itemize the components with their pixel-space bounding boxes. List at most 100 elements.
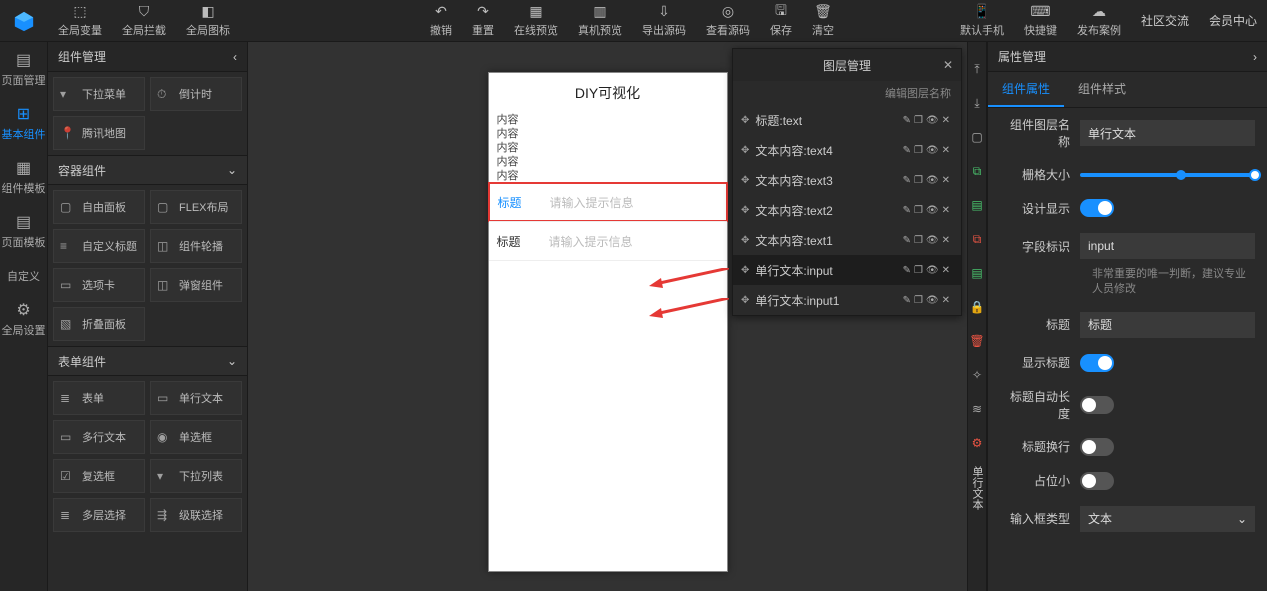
component-复选框[interactable]: ☑复选框 [53,459,145,493]
top-清空[interactable]: 🗑清空 [802,0,844,42]
layer-item-ops[interactable]: ✎❐👁✕ [903,115,953,126]
top-默认手机[interactable]: 📱默认手机 [950,0,1014,42]
top-link-会员中心[interactable]: 会员中心 [1199,12,1267,29]
component-级联选择[interactable]: ⇶级联选择 [150,498,242,532]
rail-页面管理[interactable]: ▤页面管理 [0,42,48,96]
top-全局变量[interactable]: ⬚全局变量 [48,0,112,42]
layer-item-6[interactable]: ✥单行文本:input1✎❐👁✕ [733,285,961,315]
top-真机预览[interactable]: ▥真机预览 [568,0,632,42]
top-重置[interactable]: ↷重置 [462,0,504,42]
layer-item-3[interactable]: ✥文本内容:text2✎❐👁✕ [733,195,961,225]
layer-item-0[interactable]: ✥标题:text✎❐👁✕ [733,105,961,135]
layer-item-ops[interactable]: ✎❐👁✕ [903,235,953,246]
top-查看源码[interactable]: ◎查看源码 [696,0,760,42]
component-下拉列表[interactable]: ▾下拉列表 [150,459,242,493]
rail-tool-5[interactable]: ⧉ [967,222,987,256]
component-多层选择[interactable]: ≣多层选择 [53,498,145,532]
show-title-toggle[interactable] [1080,354,1114,372]
rail-基本组件[interactable]: ⊞基本组件 [0,96,48,150]
component-弹窗组件[interactable]: ◫弹窗组件 [150,268,242,302]
component-表单[interactable]: ≣表单 [53,381,145,415]
保存-icon: 🖫 [775,4,787,20]
layer-name-input[interactable] [1080,120,1255,146]
input-row-1[interactable]: 标题请输入提示信息 [489,221,727,261]
rail-tool-8[interactable]: 🗑 [967,324,987,358]
text-content-0[interactable]: 内容 [489,113,727,127]
layer-item-1[interactable]: ✥文本内容:text4✎❐👁✕ [733,135,961,165]
component-自定义标题[interactable]: ≡自定义标题 [53,229,145,263]
top-导出源码[interactable]: ⇩导出源码 [632,0,696,42]
top-发布案例[interactable]: ☁发布案例 [1067,0,1131,42]
input-type-select[interactable]: 文本 ⌄ [1080,506,1255,532]
layer-item-5[interactable]: ✥单行文本:input✎❐👁✕ [733,255,961,285]
component-单行文本[interactable]: ▭单行文本 [150,381,242,415]
placeholder-small-toggle[interactable] [1080,472,1114,490]
component-选项卡[interactable]: ▭选项卡 [53,268,145,302]
move-icon: ✥ [741,265,749,276]
grid-slider[interactable] [1080,173,1255,177]
text-content-2[interactable]: 内容 [489,141,727,155]
input-row-0[interactable]: 标题请输入提示信息 [488,182,728,222]
rail-全局设置[interactable]: ⚙全局设置 [0,292,48,346]
rail-tool-4[interactable]: ▤ [967,188,987,222]
rail-tool-11[interactable]: ⚙ [967,426,987,460]
layer-item-ops[interactable]: ✎❐👁✕ [903,145,953,156]
text-content-3[interactable]: 内容 [489,155,727,169]
design-display-toggle[interactable] [1080,199,1114,217]
field-id-input[interactable] [1080,233,1255,259]
rail-页面模板[interactable]: ▤页面模板 [0,204,48,258]
tab-component-props[interactable]: 组件属性 [988,72,1064,107]
expand-icon[interactable]: › [1253,50,1257,64]
top-在线预览[interactable]: ▦在线预览 [504,0,568,42]
move-icon: ✥ [741,295,749,306]
layer-item-ops[interactable]: ✎❐👁✕ [903,175,953,186]
rail-tool-0[interactable]: ⤒ [967,52,987,86]
top-全局拦截[interactable]: ⛉全局拦截 [112,0,176,42]
title-input[interactable] [1080,312,1255,338]
layer-item-ops[interactable]: ✎❐👁✕ [903,205,953,216]
text-content-1[interactable]: 内容 [489,127,727,141]
layer-item-2[interactable]: ✥文本内容:text3✎❐👁✕ [733,165,961,195]
rail-组件模板[interactable]: ▦组件模板 [0,150,48,204]
top-保存[interactable]: 🖫保存 [760,0,802,42]
title-wrap-toggle[interactable] [1080,438,1114,456]
component-下拉菜单[interactable]: ▾下拉菜单 [53,77,145,111]
top-btn-label: 查看源码 [706,22,750,38]
layer-item-4[interactable]: ✥文本内容:text1✎❐👁✕ [733,225,961,255]
text-content-4[interactable]: 内容 [489,169,727,183]
component-单选框[interactable]: ◉单选框 [150,420,242,454]
全局图标-icon: ◧ [201,4,214,20]
top-全局图标[interactable]: ◧全局图标 [176,0,240,42]
top-撤销[interactable]: ↶撤销 [420,0,462,42]
logo [0,10,48,32]
component-腾讯地图[interactable]: 📍腾讯地图 [53,116,145,150]
component-倒计时[interactable]: ⏱倒计时 [150,77,242,111]
close-icon[interactable]: ✕ [943,58,953,72]
component-label: 下拉列表 [179,468,223,484]
component-自由面板[interactable]: ▢自由面板 [53,190,145,224]
component-FLEX布局[interactable]: ▢FLEX布局 [150,190,242,224]
collapse-icon[interactable]: ‹ [233,50,237,64]
rail-tool-1[interactable]: ⤓ [967,86,987,120]
group-表单组件[interactable]: 表单组件⌄ [48,346,247,376]
rail-tool-2[interactable]: ▢ [967,120,987,154]
rail-tool-9[interactable]: ✧ [967,358,987,392]
layer-item-ops[interactable]: ✎❐👁✕ [903,265,953,276]
FLEX布局-icon: ▢ [157,200,173,214]
rail-tool-7[interactable]: 🔒 [967,290,987,324]
component-多行文本[interactable]: ▭多行文本 [53,420,145,454]
layer-item-ops[interactable]: ✎❐👁✕ [903,295,953,306]
top-link-社区交流[interactable]: 社区交流 [1131,12,1199,29]
top-快捷键[interactable]: ⌨快捷键 [1014,0,1067,42]
默认手机-icon: 📱 [973,4,990,20]
rail-tool-6[interactable]: ▤ [967,256,987,290]
page-title: DIY可视化 [489,73,727,113]
tab-component-style[interactable]: 组件样式 [1064,72,1140,107]
rail-tool-10[interactable]: ≋ [967,392,987,426]
component-折叠面板[interactable]: ▧折叠面板 [53,307,145,341]
rail-tool-3[interactable]: ⧉ [967,154,987,188]
component-组件轮播[interactable]: ◫组件轮播 [150,229,242,263]
rail-自定义[interactable]: 自定义 [0,258,48,292]
group-容器组件[interactable]: 容器组件⌄ [48,155,247,185]
title-autolen-toggle[interactable] [1080,396,1114,414]
